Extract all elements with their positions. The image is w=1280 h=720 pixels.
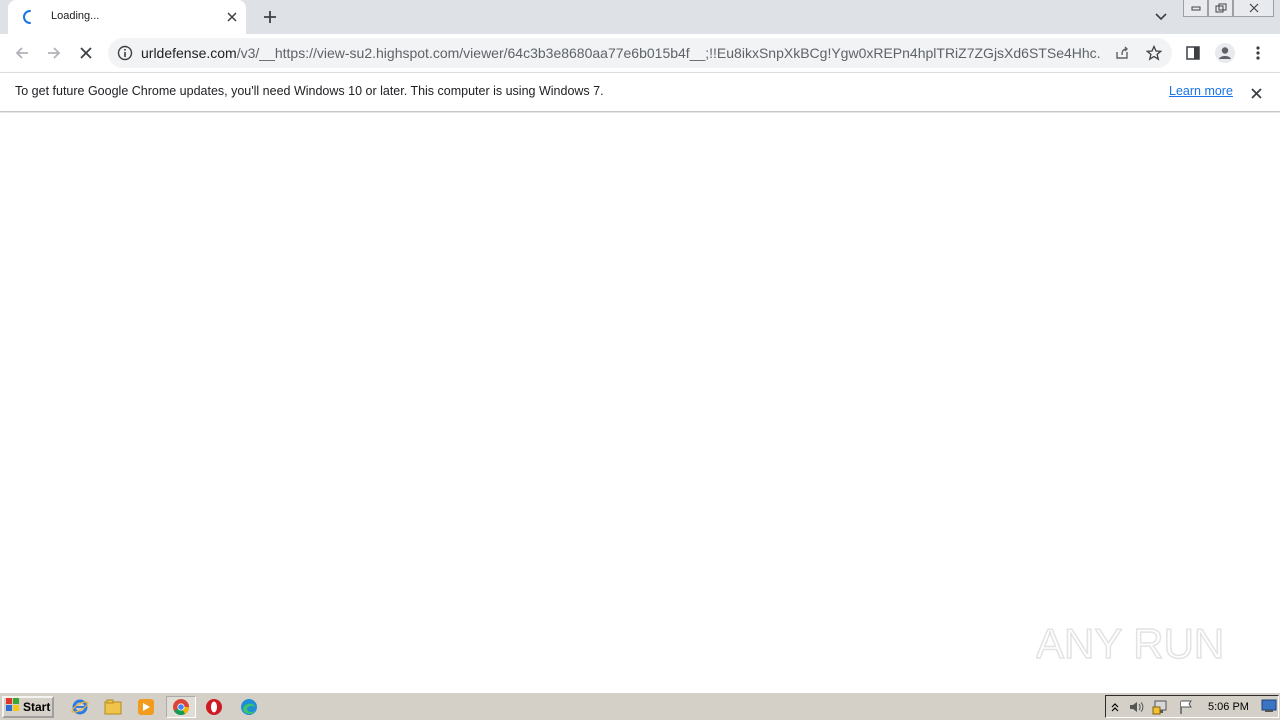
side-panel-icon[interactable]: [1181, 41, 1205, 65]
tab-loading[interactable]: Loading...: [8, 0, 246, 34]
minimize-button[interactable]: [1183, 0, 1208, 17]
url-host: urldefense.com: [141, 45, 237, 61]
anyrun-watermark: ANY RUN: [1036, 619, 1225, 668]
infobar-close-icon[interactable]: [1247, 84, 1265, 102]
url-text[interactable]: urldefense.com/v3/__https://view-su2.hig…: [141, 45, 1101, 61]
tab-title: Loading...: [51, 10, 100, 22]
volume-icon[interactable]: [1128, 699, 1144, 720]
watermark-text: ANY RUN: [1036, 620, 1224, 667]
start-button[interactable]: Start: [2, 696, 54, 718]
stop-loading-button[interactable]: [74, 41, 98, 65]
show-hidden-icons-icon[interactable]: [1110, 700, 1120, 718]
windows-taskbar: Start 5:06 PM: [0, 692, 1280, 720]
edge-icon[interactable]: [237, 696, 261, 718]
opera-icon[interactable]: [202, 696, 226, 718]
update-infobar: To get future Google Chrome updates, you…: [0, 72, 1280, 112]
loading-spinner-icon: [22, 9, 38, 25]
network-icon[interactable]: [1152, 699, 1170, 720]
url-path: /v3/__https://view-su2.highspot.com/view…: [236, 45, 1101, 61]
learn-more-link[interactable]: Learn more: [1169, 84, 1233, 98]
start-label: Start: [23, 700, 51, 714]
site-info-icon[interactable]: [117, 45, 133, 61]
internet-explorer-icon[interactable]: [68, 696, 92, 718]
show-desktop-icon[interactable]: [1261, 699, 1277, 718]
windows-logo-icon: [6, 697, 20, 717]
media-player-icon[interactable]: [134, 696, 158, 718]
browser-toolbar: urldefense.com/v3/__https://view-su2.hig…: [0, 34, 1280, 72]
share-icon[interactable]: [1110, 41, 1134, 65]
window-controls: [1183, 0, 1274, 18]
back-button[interactable]: [10, 41, 34, 65]
forward-button[interactable]: [42, 41, 66, 65]
tab-search-chevron-icon[interactable]: [1150, 6, 1172, 28]
browser-window: Loading... urldefense.com/v3/__https://v…: [0, 0, 1280, 692]
infobar-message: To get future Google Chrome updates, you…: [15, 84, 604, 98]
chrome-icon[interactable]: [166, 696, 196, 718]
chrome-menu-icon[interactable]: [1246, 41, 1270, 65]
address-bar[interactable]: urldefense.com/v3/__https://view-su2.hig…: [108, 38, 1172, 68]
restore-button[interactable]: [1208, 0, 1233, 17]
action-center-flag-icon[interactable]: [1178, 699, 1194, 720]
profile-avatar-icon[interactable]: [1213, 41, 1237, 65]
tab-strip: Loading...: [0, 0, 1280, 34]
new-tab-button[interactable]: [258, 5, 282, 29]
tab-close-icon[interactable]: [224, 9, 240, 25]
file-explorer-icon[interactable]: [101, 696, 125, 718]
bookmark-star-icon[interactable]: [1142, 41, 1166, 65]
system-tray: [1105, 695, 1279, 718]
close-window-button[interactable]: [1233, 0, 1274, 17]
clock[interactable]: 5:06 PM: [1208, 701, 1249, 713]
